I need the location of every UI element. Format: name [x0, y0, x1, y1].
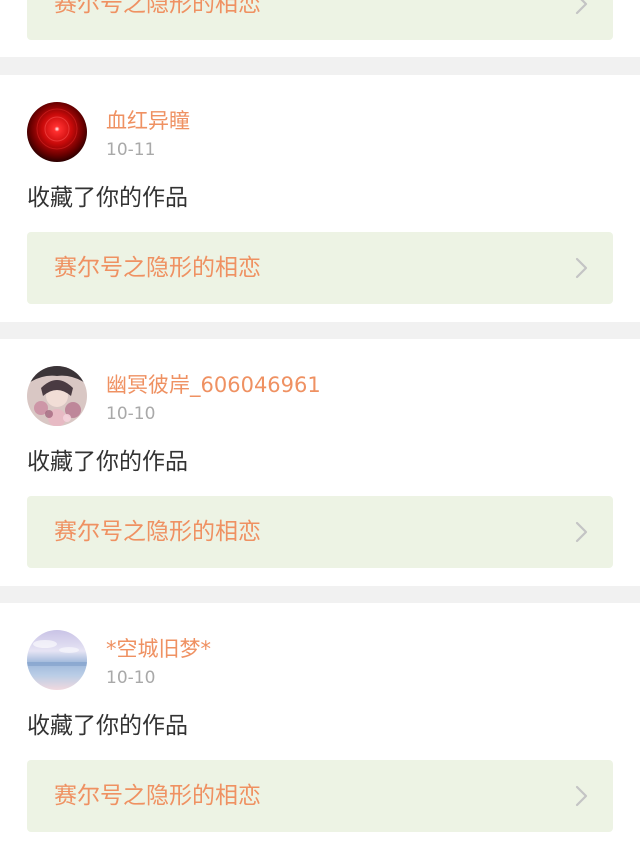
feed-card: 赛尔号之隐形的相恋: [0, 0, 640, 57]
work-link[interactable]: 赛尔号之隐形的相恋: [27, 760, 613, 832]
username[interactable]: 血红异瞳: [106, 108, 190, 134]
work-title: 赛尔号之隐形的相恋: [54, 0, 261, 17]
work-link[interactable]: 赛尔号之隐形的相恋: [27, 0, 613, 40]
avatar[interactable]: [27, 630, 87, 690]
username[interactable]: 幽冥彼岸_606046961: [106, 372, 321, 398]
avatar[interactable]: [27, 102, 87, 162]
work-link[interactable]: 赛尔号之隐形的相恋: [27, 496, 613, 568]
action-text: 收藏了你的作品: [27, 185, 188, 211]
timestamp: 10-10: [106, 404, 156, 424]
work-link[interactable]: 赛尔号之隐形的相恋: [27, 232, 613, 304]
work-title: 赛尔号之隐形的相恋: [54, 783, 261, 809]
action-text: 收藏了你的作品: [27, 713, 188, 739]
work-title: 赛尔号之隐形的相恋: [54, 519, 261, 545]
timestamp: 10-11: [106, 140, 156, 160]
feed-card: 幽冥彼岸_606046961 10-10 收藏了你的作品 赛尔号之隐形的相恋: [0, 339, 640, 586]
chevron-right-icon: [575, 0, 588, 15]
avatar[interactable]: [27, 366, 87, 426]
red-orb-avatar-icon: [27, 102, 87, 162]
notification-feed: 赛尔号之隐形的相恋 血红异瞳 10-11 收藏了你的作品 赛尔号之隐形的相恋 幽…: [0, 0, 640, 844]
timestamp: 10-10: [106, 668, 156, 688]
feed-card: 血红异瞳 10-11 收藏了你的作品 赛尔号之隐形的相恋: [0, 75, 640, 322]
sky-sea-avatar-icon: [27, 630, 87, 690]
action-text: 收藏了你的作品: [27, 449, 188, 475]
anime-figure-avatar-icon: [27, 366, 87, 426]
chevron-right-icon: [575, 521, 588, 543]
chevron-right-icon: [575, 785, 588, 807]
feed-card: *空城旧梦* 10-10 收藏了你的作品 赛尔号之隐形的相恋: [0, 603, 640, 844]
work-title: 赛尔号之隐形的相恋: [54, 255, 261, 281]
username[interactable]: *空城旧梦*: [106, 636, 211, 662]
chevron-right-icon: [575, 257, 588, 279]
